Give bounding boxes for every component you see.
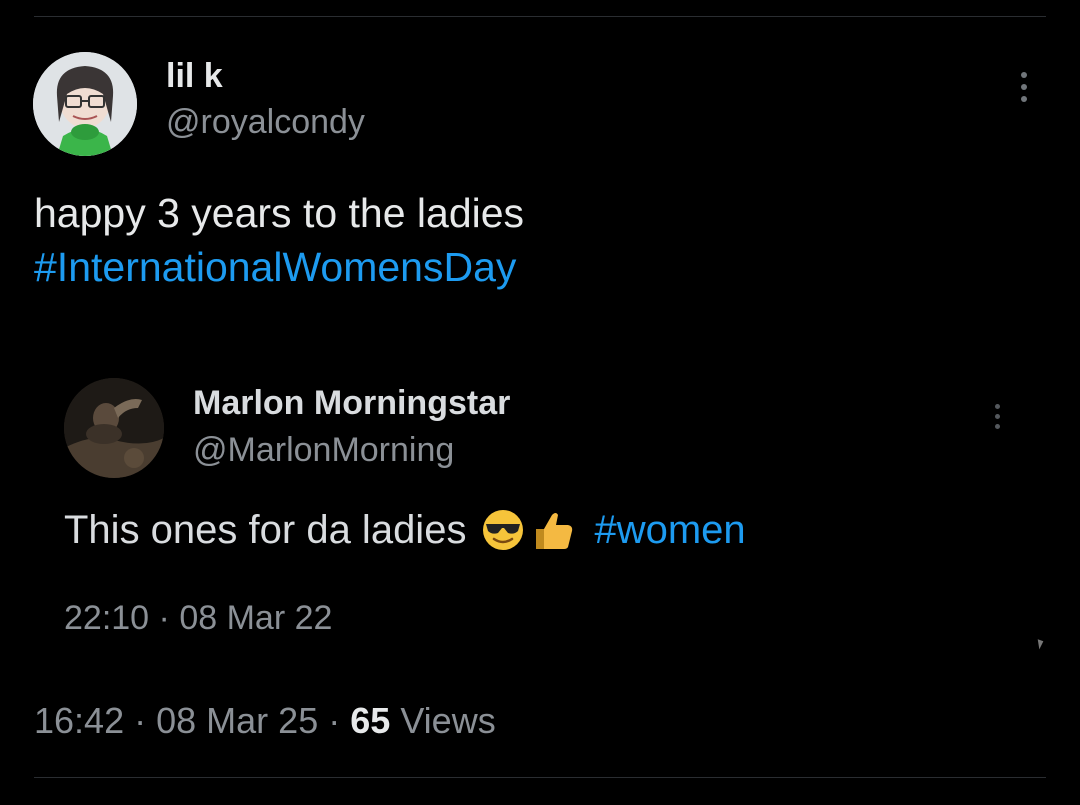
quoted-timestamp[interactable]: 22:10 · 08 Mar 22 (64, 598, 332, 638)
more-dots-icon (985, 404, 1009, 429)
avatar-image (33, 52, 137, 156)
views-label: Views (400, 700, 496, 741)
view-count: 65 (350, 700, 391, 741)
quoted-user-handle[interactable]: @MarlonMorning (193, 430, 454, 470)
thumbs-up-emoji-icon (536, 513, 573, 549)
tweet-date[interactable]: 08 Mar 25 (156, 700, 318, 741)
quoted-more-options-button[interactable] (985, 404, 1009, 440)
sunglasses-emoji-icon (483, 510, 524, 550)
separator-dot: · (328, 700, 341, 741)
top-divider (34, 16, 1046, 17)
more-dots-icon (1012, 72, 1036, 102)
separator-dot: · (134, 700, 147, 741)
display-name[interactable]: lil k (166, 56, 223, 96)
user-handle[interactable]: @royalcondy (166, 102, 365, 142)
tweet-body: happy 3 years to the ladies (34, 190, 525, 236)
quoted-time: 22:10 (64, 599, 150, 637)
quoted-tweet-body: This ones for da ladies (64, 508, 467, 552)
quoted-avatar-image (64, 378, 164, 478)
more-options-button[interactable] (1012, 72, 1036, 108)
tweet-metadata: 16:42 · 08 Mar 25 · 65 Views (34, 700, 496, 742)
bottom-divider (34, 777, 1046, 778)
separator-dot: · (158, 599, 170, 637)
tweet-text: happy 3 years to the ladies #Internation… (34, 186, 524, 294)
quoted-display-name[interactable]: Marlon Morningstar (193, 383, 510, 423)
tweet-time[interactable]: 16:42 (34, 700, 124, 741)
hashtag-link[interactable]: #InternationalWomensDay (34, 240, 524, 294)
quoted-date: 08 Mar 22 (179, 599, 333, 637)
avatar[interactable] (33, 52, 137, 156)
quoted-tweet-text: This ones for da ladies #women (64, 503, 746, 557)
quoted-hashtag-link[interactable]: #women (594, 503, 745, 557)
tick-mark (1034, 639, 1044, 650)
quoted-avatar[interactable] (64, 378, 164, 478)
